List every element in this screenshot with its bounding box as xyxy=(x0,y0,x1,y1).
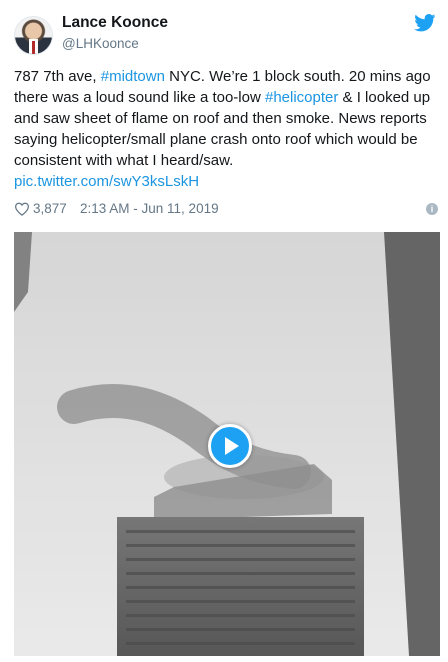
heart-outline-icon[interactable] xyxy=(14,202,30,216)
like-count[interactable]: 3,877 xyxy=(33,201,67,216)
play-icon[interactable] xyxy=(208,424,252,468)
avatar-tie xyxy=(32,41,35,54)
timestamp[interactable]: 2:13 AM - Jun 11, 2019 xyxy=(80,201,219,216)
tweet-text: 787 7th ave, #midtown NYC. We’re 1 block… xyxy=(14,66,436,192)
info-icon[interactable]: i xyxy=(426,203,438,215)
hashtag-midtown[interactable]: #midtown xyxy=(101,68,165,85)
video-thumbnail[interactable] xyxy=(14,232,440,656)
display-name[interactable]: Lance Koonce xyxy=(62,14,168,32)
media-link[interactable]: pic.twitter.com/swY3ksLskH xyxy=(14,173,199,190)
tweet-body: 787 7th ave, #midtown NYC. We’re 1 block… xyxy=(14,66,436,171)
media-link-line: pic.twitter.com/swY3ksLskH xyxy=(14,171,436,192)
tweet-meta: 3,877 2:13 AM - Jun 11, 2019 i xyxy=(14,200,438,222)
tweet-header: Lance Koonce @LHKoonce xyxy=(14,12,436,60)
hashtag-helicopter[interactable]: #helicopter xyxy=(265,89,338,106)
text-segment: 787 7th ave, xyxy=(14,68,101,85)
user-handle[interactable]: @LHKoonce xyxy=(62,36,139,51)
twitter-bird-icon[interactable] xyxy=(414,14,436,32)
avatar[interactable] xyxy=(14,16,53,55)
